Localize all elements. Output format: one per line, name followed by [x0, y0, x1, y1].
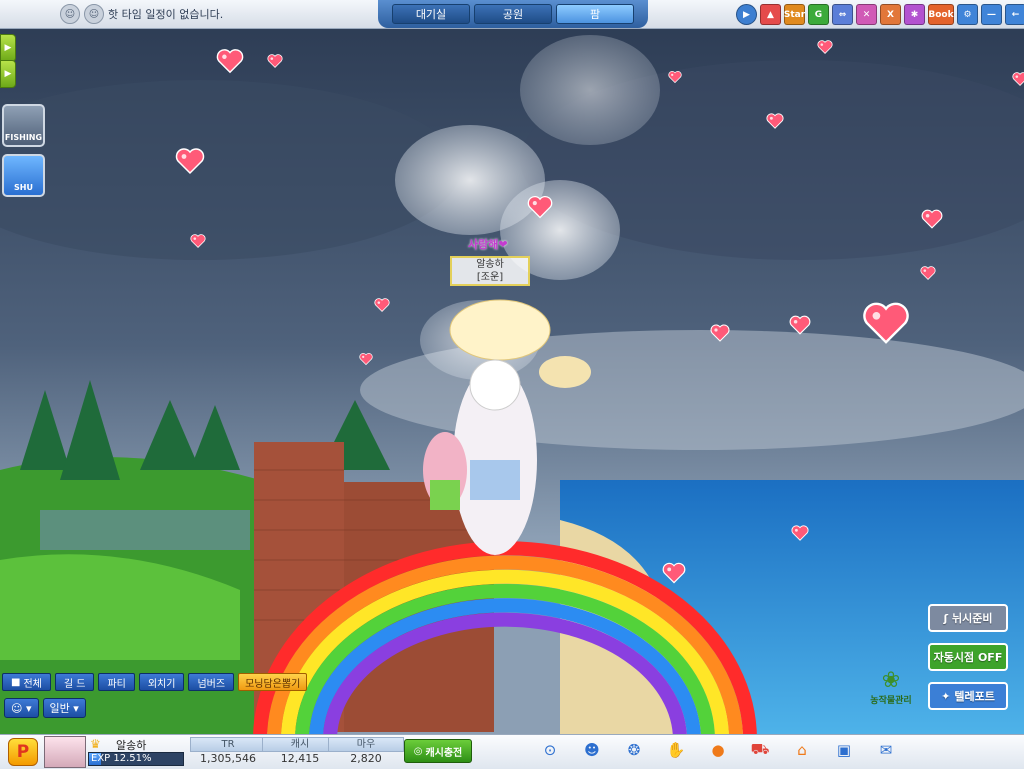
- bag-icon[interactable]: ▲: [760, 4, 781, 25]
- top-icon-row: ▶ ▲ Star G ⇔ ✕ X ✱ Book ⚙ — ←: [736, 4, 1024, 25]
- chat-mode-row: ☺ ▾ 일반 ▾: [4, 698, 86, 718]
- pet-icon[interactable]: ●: [708, 740, 728, 760]
- character-nameplate[interactable]: 알송하 [조운]: [450, 256, 530, 286]
- book-icon[interactable]: Book: [928, 4, 954, 25]
- heart-icon: [791, 525, 809, 541]
- farm-manage-button[interactable]: ❀ 농작물관리: [864, 668, 918, 710]
- tab-park[interactable]: 공원: [474, 4, 552, 24]
- heart-icon: [817, 40, 833, 54]
- friends-icon[interactable]: ☻: [582, 740, 602, 760]
- fishing-icon[interactable]: FISHING: [2, 104, 45, 147]
- heart-icon: [920, 266, 936, 280]
- shu-icon[interactable]: SHU: [2, 154, 45, 197]
- cash-pick-button[interactable]: 모닝담은뽑기: [238, 673, 308, 691]
- heart-icon: [668, 71, 682, 84]
- heart-icon: [359, 353, 373, 366]
- heart-icon: [374, 298, 390, 312]
- exp-bar: EXP 12.51%: [88, 752, 184, 766]
- heart-icon: [662, 562, 686, 584]
- sprout-icon: ❀: [881, 668, 901, 693]
- g-icon[interactable]: G: [808, 4, 829, 25]
- location-tabs: 대기실 공원 팜: [378, 0, 648, 28]
- heart-icon: [921, 209, 943, 229]
- heart-icon: [766, 113, 784, 129]
- crown-icon: ♛: [90, 737, 101, 751]
- heart-icon: [710, 324, 730, 342]
- avatar[interactable]: [44, 736, 86, 768]
- character-guild: [조운]: [476, 272, 504, 283]
- back-icon[interactable]: ←: [1005, 4, 1024, 25]
- chat-mode-select[interactable]: 일반 ▾: [42, 698, 86, 718]
- link-icon[interactable]: ⇔: [832, 4, 853, 25]
- chat-tab-party[interactable]: 파티: [98, 673, 135, 691]
- teleport-button[interactable]: ✦ 텔레포트: [928, 682, 1008, 710]
- heart-icon: [175, 148, 205, 175]
- expand-button-2[interactable]: ▶: [0, 60, 16, 88]
- home-icon[interactable]: ⌂: [792, 740, 812, 760]
- heart-icon: [862, 301, 910, 344]
- chat-tab-numbers[interactable]: 넘버즈: [188, 673, 235, 691]
- fishing-ready-button[interactable]: ʃ 뉘시준비: [928, 604, 1008, 632]
- chat-tab-shout[interactable]: 외치기: [138, 673, 185, 691]
- speech-bubble: 사랑해❤: [468, 238, 508, 251]
- emoticon-button[interactable]: ☺ ▾: [4, 698, 39, 718]
- chat-icon[interactable]: ✉: [876, 740, 896, 760]
- exp-label: EXP 12.51%: [91, 753, 152, 764]
- expand-button-1[interactable]: ▶: [0, 34, 16, 62]
- hot-time-text: 핫 타임 일정이 없습니다.: [108, 8, 224, 21]
- heart-icon: [1012, 72, 1024, 86]
- person-icon: ✦: [941, 689, 951, 703]
- briefcase-icon[interactable]: ▣: [834, 740, 854, 760]
- stat-tr: TR 1,305,546: [190, 737, 266, 765]
- heart-icon: [267, 54, 283, 68]
- p-logo-icon[interactable]: P: [8, 738, 38, 766]
- heart-icon: [527, 195, 553, 219]
- x-icon-2[interactable]: X: [880, 4, 901, 25]
- star-icon[interactable]: Star: [784, 4, 805, 25]
- heart-icon: [190, 234, 206, 248]
- stat-mau: 마우 2,820: [328, 737, 404, 765]
- face-icon[interactable]: ☺: [84, 4, 104, 24]
- character-name: 알송하: [476, 259, 504, 270]
- tab-farm[interactable]: 팜: [556, 4, 634, 24]
- bottom-icon-row: ⊙ ☻ ❂ ✋ ● ⛟ ⌂ ▣ ✉: [540, 740, 896, 760]
- cart-icon[interactable]: ⛟: [750, 740, 770, 760]
- play-circle-icon[interactable]: ⊙: [540, 740, 560, 760]
- handshake-icon[interactable]: ✋: [666, 740, 686, 760]
- auto-camera-button[interactable]: 자동시점 OFF: [928, 643, 1008, 671]
- x-icon[interactable]: ✕: [856, 4, 877, 25]
- stat-cash: 캐시 12,415: [262, 737, 338, 765]
- chat-tab-guild[interactable]: 길 드: [54, 673, 95, 691]
- play-icon[interactable]: ▶: [736, 4, 757, 25]
- heart-icon: [216, 48, 244, 74]
- hook-icon: ʃ: [943, 611, 949, 625]
- chat-tab-all[interactable]: ■ 전체: [2, 673, 51, 691]
- game-scene[interactable]: [0, 0, 1024, 768]
- cog-icon[interactable]: ✱: [904, 4, 925, 25]
- gear-icon[interactable]: ⚙: [957, 4, 978, 25]
- hot-time-notice: ☺ ☺ 핫 타임 일정이 없습니다.: [60, 4, 223, 24]
- heart-icon: [789, 315, 811, 335]
- spirit-icon[interactable]: ☺: [60, 4, 80, 24]
- tab-lobby[interactable]: 대기실: [392, 4, 470, 24]
- player-name: 알송하: [116, 739, 147, 752]
- paw-icon[interactable]: ❂: [624, 740, 644, 760]
- minimize-icon[interactable]: —: [981, 4, 1002, 25]
- coin-icon: ◎: [413, 745, 423, 757]
- cash-charge-button[interactable]: ◎ 캐시충전: [404, 739, 472, 763]
- chat-tab-bar: ■ 전체 길 드 파티 외치기 넘버즈 모닝담은뽑기: [2, 672, 352, 692]
